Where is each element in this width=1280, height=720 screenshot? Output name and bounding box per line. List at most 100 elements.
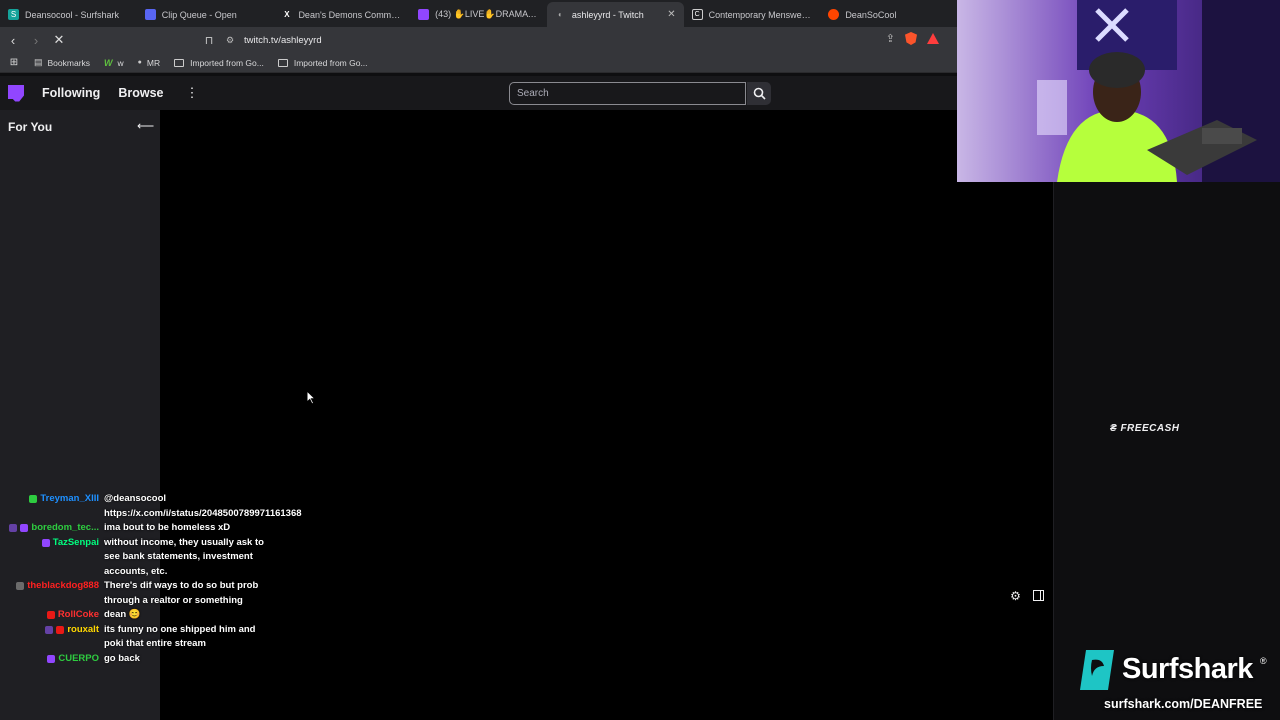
chat-message: boredom_tec... ima bout to be homeless xD [0, 521, 275, 536]
nav-browse-link[interactable]: Browse [118, 86, 163, 100]
chat-badge-icon [16, 582, 25, 590]
bookmark-folder[interactable]: Imported from Go... [277, 57, 368, 68]
chat-text: without income, they usually ask to see … [104, 536, 264, 577]
folder-icon [174, 58, 185, 67]
bookmark-label: MR [146, 57, 161, 68]
browser-toolbar: ‹ › ✕ ⊓ ⚙ twitch.tv/ashleyyrd ⇪ [0, 27, 957, 53]
tab-label: (43) ✋LIVE✋DRAMA ✋ [435, 9, 539, 19]
chat-username: Treyman_XIII [40, 493, 99, 504]
chat-badge-icon [45, 625, 54, 634]
chat-username: RollCoke [57, 609, 99, 620]
chat-text: ima bout to be homeless xD [104, 522, 231, 533]
site-favicon-icon: C [691, 9, 703, 20]
chat-badge-icon [47, 654, 56, 663]
chat-user: boredom_tec... [0, 521, 104, 536]
stream-chat-overlay: Treyman_XIII @deansocool https://x.com/i/… [0, 492, 302, 667]
chat-badge-icon [46, 611, 55, 619]
twitch-favicon-icon [418, 9, 430, 20]
bookmark-label: w [117, 57, 124, 68]
browser-tab[interactable]: C Contemporary Menswear, Stre [684, 2, 821, 27]
toolbar-right: ⇪ [886, 32, 939, 45]
chat-badge-icon [56, 625, 65, 634]
search-icon [753, 87, 766, 100]
chat-message: CUERPO go back [0, 652, 275, 667]
freecash-label: FREECASH [1120, 423, 1180, 434]
settings-gear-icon[interactable]: ⚙ [1009, 589, 1022, 603]
streamer-webcam [957, 0, 1280, 182]
browser-tab-strip: S Deansocool - Surfshark Clip Queue - Op… [0, 0, 957, 27]
bookmark-page-icon[interactable]: ⊓ [202, 32, 216, 48]
chat-text: go back [104, 652, 140, 664]
x-favicon-icon: X [284, 10, 290, 19]
twitch-logo-icon[interactable] [8, 84, 24, 102]
clip-queue-favicon-icon [144, 9, 156, 20]
stop-loading-icon[interactable]: ✕ [49, 30, 69, 50]
brave-shields-icon[interactable] [905, 32, 917, 45]
sponsor-url: surfshark.com/DEANFREE [1104, 697, 1263, 711]
chat-username: rouxalt [67, 623, 99, 635]
tab-label: Clip Queue - Open [161, 9, 237, 20]
tab-label: DeanSoCool [845, 9, 897, 20]
surfshark-favicon-icon: S [8, 9, 19, 20]
forward-icon[interactable]: › [26, 30, 46, 50]
address-bar[interactable]: ⚙ twitch.tv/ashleyyrd [224, 30, 944, 50]
chat-user: TazSenpai [0, 536, 104, 580]
search-button[interactable] [747, 82, 771, 105]
tab-label: Dean's Demons Community / X [298, 9, 402, 20]
tab-label: ashleyyrd - Twitch [571, 9, 644, 20]
folder-icon [277, 58, 288, 67]
search-input[interactable]: Search [509, 82, 746, 105]
site-info-icon[interactable]: ⚙ [224, 34, 236, 46]
mr-icon: ● [137, 59, 142, 66]
sidebar-heading: For You [8, 120, 53, 134]
search-placeholder: Search [517, 88, 549, 99]
tab-label: Deansocool - Surfshark [25, 9, 120, 20]
browser-tab-active[interactable]: ◐ ashleyyrd - Twitch ✕ [546, 2, 684, 27]
chat-badge-icon [20, 524, 29, 532]
chat-username: boredom_tec... [31, 522, 99, 533]
bookmarks-icon: ▤ [34, 57, 43, 67]
chat-message: TazSenpai without income, they usually as… [0, 536, 275, 580]
bookmark-item[interactable]: ▤ Bookmarks [34, 57, 90, 68]
chat-message: rouxalt its funny no one shipped him and … [0, 623, 275, 652]
bookmark-label: Bookmarks [47, 57, 91, 68]
more-options-icon[interactable]: ⋮ [185, 85, 198, 101]
chat-username: TazSenpai [52, 536, 99, 548]
apps-grid-icon[interactable]: ⊞ [4, 53, 24, 73]
chat-column [1053, 182, 1280, 720]
reddit-favicon-icon [828, 9, 840, 20]
share-icon[interactable]: ⇪ [886, 32, 895, 45]
chat-username: theblackdog888 [27, 580, 99, 591]
back-icon[interactable]: ‹ [3, 30, 23, 50]
loading-favicon-icon: ◐ [557, 10, 563, 19]
registered-mark: ® [1260, 656, 1267, 666]
chat-username: CUERPO [58, 652, 99, 664]
twitch-top-nav: Following Browse ⋮ Search [0, 76, 957, 110]
browser-tab[interactable]: Clip Queue - Open [137, 2, 274, 27]
theatre-mode-icon[interactable] [1032, 589, 1045, 602]
nav-following-link[interactable]: Following [42, 86, 100, 100]
freecash-logo: ₴ FREECASH [1110, 423, 1179, 434]
collapse-sidebar-icon[interactable]: ⟵ [137, 119, 154, 133]
browser-tab[interactable]: (43) ✋LIVE✋DRAMA ✋ [410, 2, 547, 27]
bookmark-item[interactable]: W w [104, 58, 124, 68]
browser-tab[interactable]: S Deansocool - Surfshark [0, 2, 137, 27]
bookmark-item[interactable]: ● MR [138, 58, 160, 68]
video-player[interactable] [160, 110, 1053, 720]
bookmark-folder[interactable]: Imported from Go... [174, 58, 264, 68]
sponsor-overlay: Surfshark ® surfshark.com/DEANFREE [1076, 648, 1280, 720]
bookmark-label: Imported from Go... [293, 57, 368, 68]
bookmarks-bar: ⊞ ▤ Bookmarks W w ● MR Imported from Go.… [0, 53, 957, 73]
brave-rewards-icon[interactable] [927, 33, 939, 44]
chat-message: Treyman_XIII @deansocool https://x.com/i/… [0, 492, 302, 521]
browser-tab[interactable]: DeanSoCool [820, 2, 957, 27]
chat-text: @deansocool https://x.com/i/status/20485… [104, 493, 302, 519]
chat-user: rouxalt [0, 623, 104, 652]
chat-text: dean 😊 [104, 609, 141, 620]
browser-tab[interactable]: X Dean's Demons Community / X [273, 2, 410, 27]
chat-badge-icon [9, 524, 18, 532]
chat-user: Treyman_XIII [0, 492, 104, 521]
webcam-image [957, 0, 1280, 182]
bookmark-label: Imported from Go... [190, 57, 264, 68]
tab-close-icon[interactable]: ✕ [667, 9, 675, 20]
